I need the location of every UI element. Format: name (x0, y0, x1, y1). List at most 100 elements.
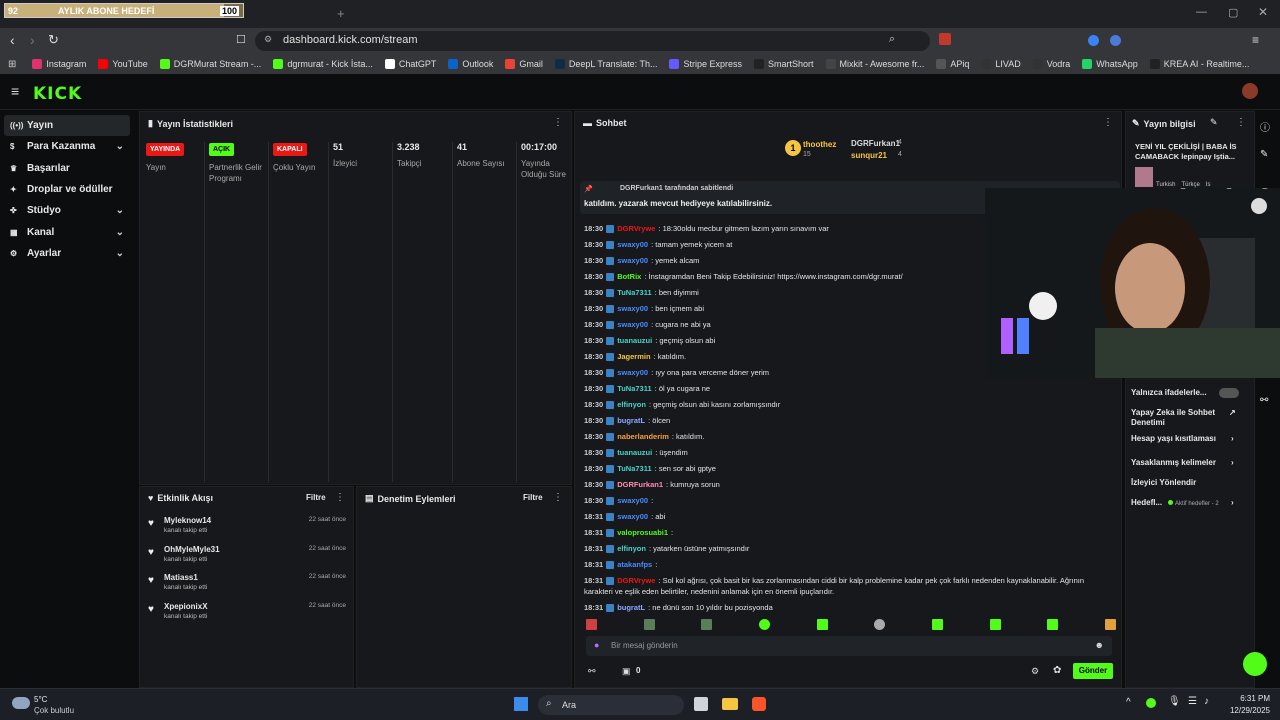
chat-username[interactable]: tuanauzui (617, 448, 652, 457)
hamburger-menu-icon[interactable]: ≡ (11, 83, 19, 99)
clock-date[interactable]: 12/29/2025 (1222, 706, 1270, 715)
chat-username[interactable]: bugratL (617, 416, 645, 425)
chat-setting-item[interactable]: Hedefl... Aktif hedefler - 2 › (1131, 498, 1241, 508)
clock-time[interactable]: 6:31 PM (1226, 694, 1270, 703)
chat-username[interactable]: bugratL (617, 603, 645, 612)
task-view-icon[interactable] (694, 697, 708, 711)
chat-input[interactable]: ● Bir mesaj gönderin ☻ (586, 636, 1112, 656)
browser-menu-icon[interactable]: ≡ (1252, 33, 1259, 47)
bookmark-item[interactable]: SmartShort (754, 59, 814, 69)
bookmark-item[interactable]: Vodra (1032, 59, 1070, 69)
site-info-icon[interactable]: ⚙ (264, 34, 272, 45)
brave-browser-icon[interactable] (752, 697, 766, 711)
chat-username[interactable]: Jagermin (617, 352, 650, 361)
emoji-icon[interactable]: ☻ (1095, 640, 1104, 650)
support-chat-button[interactable] (1243, 652, 1267, 676)
bookmark-icon[interactable]: ☐ (236, 33, 246, 46)
apps-grid-icon[interactable]: ⊞ (8, 59, 16, 70)
gifter-name[interactable]: DGRFurkan1 (851, 139, 900, 148)
chat-settings-icon[interactable]: ⚙ (1031, 666, 1039, 677)
top-gifter-name[interactable]: thoothez (803, 140, 836, 149)
maximize-icon[interactable]: ▢ (1228, 6, 1238, 19)
toggle-switch[interactable] (1219, 388, 1239, 398)
extension-icon[interactable] (1088, 35, 1099, 46)
emote-icon[interactable] (643, 619, 655, 630)
emote-icon[interactable] (931, 619, 943, 630)
chat-username[interactable]: swaxy00 (617, 256, 648, 265)
bookmark-item[interactable]: Gmail (505, 59, 543, 69)
bookmark-item[interactable]: dgrmurat - Kick İsta... (273, 59, 373, 69)
microphone-tray-icon[interactable]: 🎙 (1168, 696, 1181, 707)
chat-username[interactable]: swaxy00 (617, 496, 648, 505)
chat-username[interactable]: TuNa7311 (617, 384, 651, 393)
sidebar-item[interactable]: ▦ Kanal ⌄ (4, 222, 130, 243)
sidebar-item[interactable]: ✜ Stüdyo ⌄ (4, 200, 130, 221)
emote-icon[interactable] (989, 619, 1001, 630)
address-input[interactable]: ⚙ dashboard.kick.com/stream ⌕ (255, 31, 951, 51)
user-avatar[interactable] (1242, 83, 1258, 99)
emote-icon[interactable] (816, 619, 828, 630)
chat-username[interactable]: BotRix (617, 272, 641, 281)
back-icon[interactable]: ‹ (10, 32, 15, 48)
chat-username[interactable]: TuNa7311 (617, 288, 651, 297)
chat-setting-item[interactable]: Hesap yaşı kısıtlaması › (1131, 434, 1241, 444)
bookmark-item[interactable]: LIVAD (981, 59, 1021, 69)
forward-icon[interactable]: › (30, 32, 35, 48)
more-options-icon[interactable]: ⋮ (335, 492, 345, 503)
moderation-filter-button[interactable]: Filtre (523, 493, 543, 502)
bookmark-item[interactable]: APiq (936, 59, 969, 69)
chat-setting-item[interactable]: Yasaklanmış kelimeler › (1131, 458, 1241, 468)
minimize-icon[interactable]: — (1196, 6, 1207, 18)
file-explorer-icon[interactable] (722, 698, 738, 710)
activity-username[interactable]: Matiass1 (164, 573, 198, 582)
tray-chevron-icon[interactable]: ^ (1126, 697, 1131, 708)
bookmark-item[interactable]: ChatGPT (384, 59, 436, 69)
chat-username[interactable]: elfinyon (617, 400, 646, 409)
chat-username[interactable]: swaxy00 (617, 512, 648, 521)
extension-icon[interactable] (1110, 35, 1121, 46)
gift-box-icon[interactable]: ▣ (622, 666, 631, 677)
sidebar-item[interactable]: ♛ Başarılar (4, 158, 130, 179)
chat-username[interactable]: DGRFurkan1 (617, 480, 663, 489)
sidebar-item[interactable]: $ Para Kazanma ⌄ (4, 136, 130, 157)
activity-filter-button[interactable]: Filtre (306, 493, 326, 502)
weather-icon[interactable] (12, 697, 30, 709)
chat-setting-item[interactable]: Yalnızca ifadelerle... (1131, 388, 1241, 398)
send-button[interactable]: Gönder (1073, 663, 1113, 679)
zoom-icon[interactable]: ⌕ (889, 33, 895, 46)
chat-username[interactable]: valoprosuabi1 (617, 528, 668, 537)
emote-icon[interactable] (586, 619, 597, 630)
share-nodes-icon[interactable]: ⚯ (1260, 395, 1268, 406)
chat-username[interactable]: naberlanderim (617, 432, 669, 441)
chat-username[interactable]: TuNa7311 (617, 464, 651, 473)
microphone-icon[interactable]: ● (594, 640, 599, 650)
chat-username[interactable]: swaxy00 (617, 240, 648, 249)
chat-username[interactable]: swaxy00 (617, 320, 648, 329)
chat-username[interactable]: swaxy00 (617, 368, 648, 377)
bookmark-item[interactable]: Mixkit - Awesome fr... (825, 59, 924, 69)
emote-icon[interactable] (1047, 619, 1059, 630)
bookmark-item[interactable]: YouTube (98, 59, 148, 69)
bookmark-item[interactable]: Stripe Express (669, 59, 742, 69)
info-icon[interactable]: ⓘ (1260, 119, 1270, 134)
sidebar-item[interactable]: ✦ Droplar ve ödüller (4, 179, 130, 200)
emote-icon[interactable] (701, 619, 713, 630)
more-options-icon[interactable]: ⋮ (1103, 117, 1113, 128)
share-icon[interactable]: ⚯ (588, 666, 596, 677)
new-tab-icon[interactable]: + (337, 6, 345, 21)
bookmark-item[interactable]: KREA AI - Realtime... (1149, 59, 1249, 69)
emote-icon[interactable] (874, 619, 886, 630)
emote-icon[interactable] (1104, 619, 1116, 630)
chat-username[interactable]: DGRVrywe (617, 224, 655, 233)
brave-shield-icon[interactable] (939, 33, 951, 45)
chat-username[interactable]: atakanfps (617, 560, 652, 569)
close-window-icon[interactable]: ✕ (1258, 5, 1268, 19)
kick-logo[interactable]: KICK (33, 84, 82, 104)
chat-username[interactable]: elfinyon (617, 544, 646, 553)
emote-settings-icon[interactable]: ✿ (1053, 665, 1061, 676)
reload-icon[interactable]: ↻ (48, 32, 59, 48)
bookmark-item[interactable]: DeepL Translate: Th... (554, 59, 657, 69)
edit-icon[interactable]: ✎ (1210, 117, 1218, 128)
emote-icon[interactable] (758, 619, 770, 630)
chat-username[interactable]: DGRVrywe (617, 576, 655, 585)
